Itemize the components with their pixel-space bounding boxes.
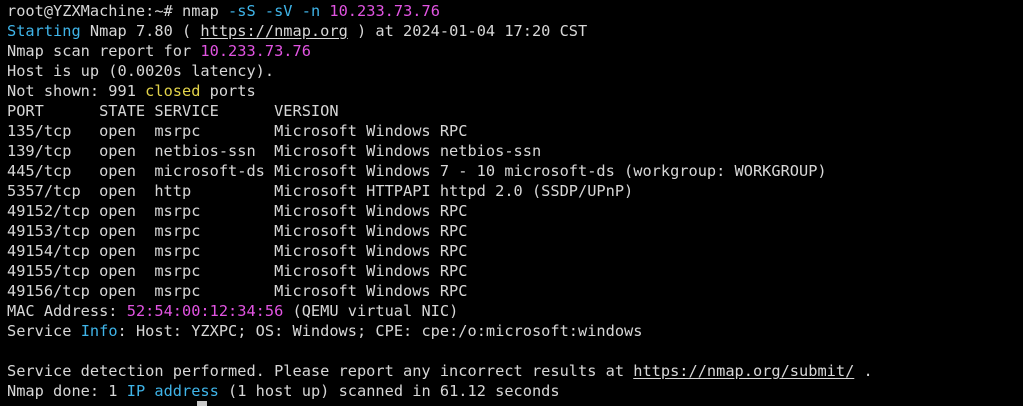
terminal-text: Nmap done: 1: [7, 382, 127, 400]
terminal-text: 445/tcp open microsoft-ds Microsoft Wind…: [7, 162, 827, 180]
terminal-line: MAC Address: 52:54:00:12:34:56 (QEMU vir…: [7, 301, 873, 321]
terminal-line: 139/tcp open netbios-ssn Microsoft Windo…: [7, 141, 873, 161]
terminal-line: Nmap done: 1 IP address (1 host up) scan…: [7, 381, 873, 401]
terminal-text: Not shown: 991: [7, 82, 146, 100]
terminal-text: -sV: [264, 2, 293, 20]
terminal-text: ) at 2024-01-04 17:20 CST: [347, 22, 588, 40]
terminal-text: MAC Address:: [7, 302, 127, 320]
terminal-text: 52:54:00:12:34:56: [126, 302, 284, 320]
terminal-line: 135/tcp open msrpc Microsoft Windows RPC: [7, 121, 873, 141]
terminal-text: 139/tcp open netbios-ssn Microsoft Windo…: [7, 142, 542, 160]
url-link[interactable]: https://nmap.org: [200, 22, 347, 40]
terminal-line: Nmap scan report for 10.233.73.76: [7, 41, 873, 61]
terminal-text: Nmap 7.80 (: [80, 22, 201, 40]
terminal-line: 49153/tcp open msrpc Microsoft Windows R…: [7, 221, 873, 241]
terminal-text: root@YZXMachine:~# nmap: [7, 2, 229, 20]
terminal-text: 49155/tcp open msrpc Microsoft Windows R…: [7, 262, 468, 280]
terminal-text: (1 host up) scanned in 61.12 seconds: [218, 382, 560, 400]
terminal-text: 10.233.73.76: [329, 2, 440, 20]
terminal-text: 49153/tcp open msrpc Microsoft Windows R…: [7, 222, 468, 240]
terminal-line: Starting Nmap 7.80 ( https://nmap.org ) …: [7, 21, 873, 41]
terminal-text: Starting: [7, 22, 81, 40]
terminal-text: Info: [80, 322, 118, 340]
terminal-text: PORT STATE SERVICE VERSION: [7, 102, 339, 120]
terminal-line: Service detection performed. Please repo…: [7, 361, 873, 381]
terminal-text: 49156/tcp open msrpc Microsoft Windows R…: [7, 282, 468, 300]
terminal-line: Not shown: 991 closed ports: [7, 81, 873, 101]
url-link[interactable]: https://nmap.org/submit/: [633, 362, 854, 380]
terminal-line: 49154/tcp open msrpc Microsoft Windows R…: [7, 241, 873, 261]
terminal-line: 445/tcp open microsoft-ds Microsoft Wind…: [7, 161, 873, 181]
terminal-text: -n: [301, 2, 321, 20]
terminal-line: 49155/tcp open msrpc Microsoft Windows R…: [7, 261, 873, 281]
terminal-text: 135/tcp open msrpc Microsoft Windows RPC: [7, 122, 468, 140]
terminal-text: Service detection performed. Please repo…: [7, 362, 634, 380]
terminal-text: IP address: [126, 382, 219, 400]
terminal-text: ports: [200, 82, 256, 100]
terminal-line: 5357/tcp open http Microsoft HTTPAPI htt…: [7, 181, 873, 201]
terminal-text: (QEMU virtual NIC): [283, 302, 459, 320]
terminal-text: Nmap scan report for: [7, 42, 201, 60]
terminal-text: 49152/tcp open msrpc Microsoft Windows R…: [7, 202, 468, 220]
terminal-line: root@YZXMachine:~# nmap -sS -sV -n 10.23…: [7, 1, 873, 21]
terminal-text: 49154/tcp open msrpc Microsoft Windows R…: [7, 242, 468, 260]
terminal-window[interactable]: root@YZXMachine:~# nmap -sS -sV -n 10.23…: [0, 0, 1023, 406]
terminal-line: PORT STATE SERVICE VERSION: [7, 101, 873, 121]
terminal-line: 49156/tcp open msrpc Microsoft Windows R…: [7, 281, 873, 301]
terminal-text: 10.233.73.76: [200, 42, 311, 60]
terminal-text: : Host: YZXPC; OS: Windows; CPE: cpe:/o:…: [117, 322, 643, 340]
terminal-line: 49152/tcp open msrpc Microsoft Windows R…: [7, 201, 873, 221]
terminal-line: Host is up (0.0020s latency).: [7, 61, 873, 81]
terminal-cursor: [197, 401, 207, 406]
terminal-text: -sS: [228, 2, 256, 20]
terminal-text: Host is up (0.0020s latency).: [7, 62, 275, 80]
terminal-line: Service Info: Host: YZXPC; OS: Windows; …: [7, 321, 873, 341]
terminal-output: root@YZXMachine:~# nmap -sS -sV -n 10.23…: [7, 1, 873, 401]
terminal-text: closed: [145, 82, 201, 100]
terminal-text: Service: [7, 322, 81, 340]
terminal-text: 5357/tcp open http Microsoft HTTPAPI htt…: [7, 182, 634, 200]
terminal-text: .: [854, 362, 873, 380]
